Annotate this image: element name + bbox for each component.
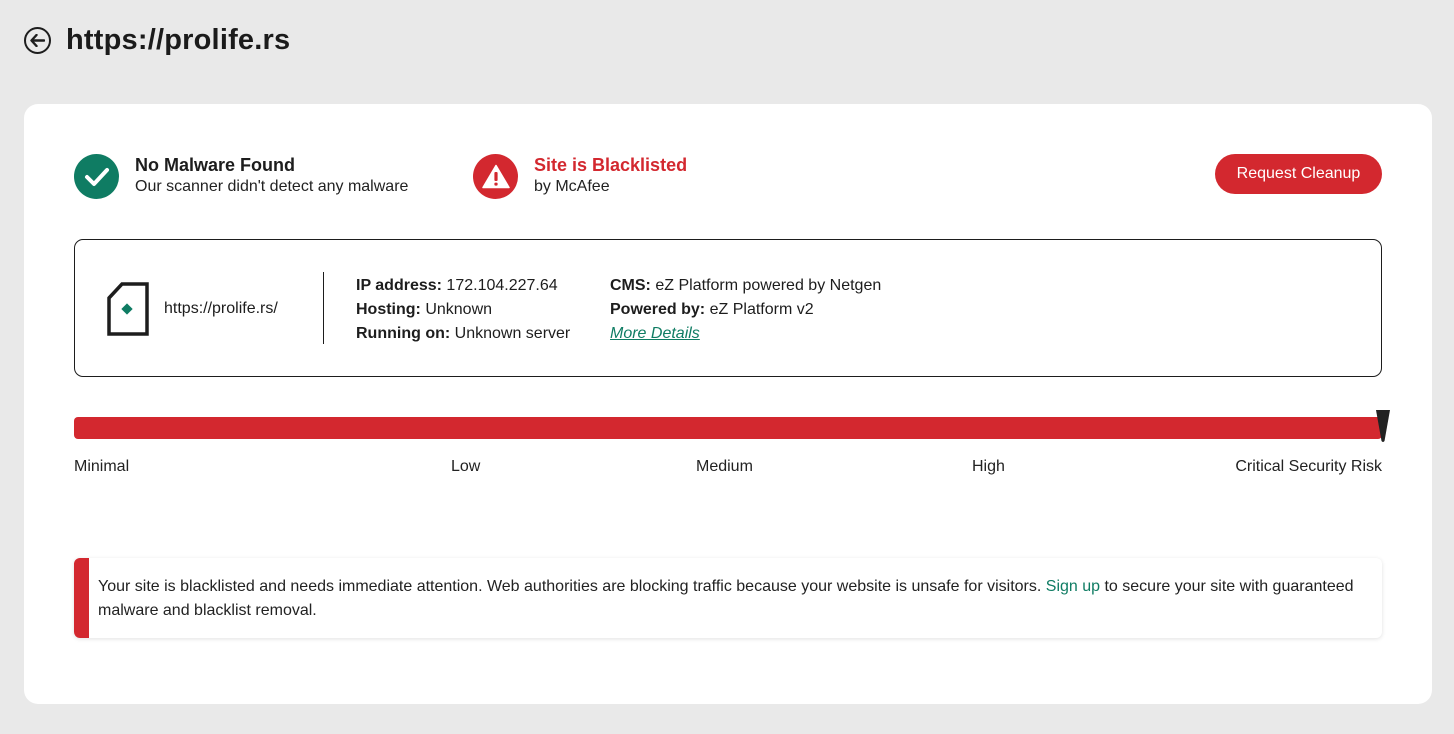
cms-row: CMS: eZ Platform powered by Netgen	[610, 274, 881, 298]
malware-status-subtitle: Our scanner didn't detect any malware	[135, 178, 409, 195]
powered-by-label: Powered by:	[610, 301, 706, 318]
alert-stripe	[74, 558, 89, 638]
alert-text-before: Your site is blacklisted and needs immed…	[98, 578, 1046, 595]
ip-address-label: IP address:	[356, 277, 442, 294]
checkmark-icon	[84, 167, 109, 186]
risk-label-minimal: Minimal	[74, 458, 130, 475]
cms-label: CMS:	[610, 277, 651, 294]
ip-address-row: IP address: 172.104.227.64	[356, 274, 570, 298]
risk-label-high: High	[972, 458, 1005, 475]
hosting-row: Hosting: Unknown	[356, 298, 570, 322]
site-icon	[107, 282, 149, 336]
malware-status-icon	[74, 154, 119, 199]
powered-by-row: Powered by: eZ Platform v2	[610, 298, 881, 322]
risk-label-medium: Medium	[696, 458, 753, 475]
blacklist-status-text: Site is Blacklisted by McAfee	[534, 154, 687, 198]
blacklist-status-subtitle: by McAfee	[534, 178, 610, 195]
risk-level-bar	[74, 417, 1382, 439]
blacklist-status-title: Site is Blacklisted	[534, 155, 688, 175]
server-info: IP address: 172.104.227.64 Hosting: Unkn…	[356, 274, 570, 346]
risk-label-low: Low	[451, 458, 481, 475]
malware-status-title: No Malware Found	[135, 155, 296, 175]
blacklist-status-icon	[473, 154, 518, 199]
malware-status-text: No Malware Found Our scanner didn't dete…	[135, 154, 408, 198]
running-on-label: Running on:	[356, 325, 451, 342]
info-divider	[323, 272, 324, 344]
cms-value: eZ Platform powered by Netgen	[655, 277, 882, 294]
site-url: https://prolife.rs/	[164, 300, 278, 317]
hosting-label: Hosting:	[356, 301, 421, 318]
warning-icon	[481, 164, 510, 189]
platform-info: CMS: eZ Platform powered by Netgen Power…	[610, 274, 881, 346]
scan-result-card: No Malware Found Our scanner didn't dete…	[24, 104, 1432, 704]
running-on-value: Unknown server	[454, 325, 571, 342]
powered-by-value: eZ Platform v2	[709, 301, 814, 318]
hosting-value: Unknown	[425, 301, 493, 318]
back-button[interactable]	[24, 26, 51, 54]
blacklist-status: Site is Blacklisted by McAfee	[473, 154, 687, 199]
alert-message: Your site is blacklisted and needs immed…	[98, 575, 1358, 623]
page-title: https://prolife.rs	[66, 23, 291, 56]
more-details-link[interactable]: More Details	[610, 325, 700, 342]
risk-marker-icon	[1376, 410, 1390, 442]
malware-status: No Malware Found Our scanner didn't dete…	[74, 154, 408, 199]
running-on-row: Running on: Unknown server	[356, 322, 570, 346]
arrow-left-icon	[30, 33, 45, 47]
top-bar: https://prolife.rs	[24, 22, 290, 58]
sign-up-link[interactable]: Sign up	[1046, 578, 1100, 595]
risk-label-critical: Critical Security Risk	[1235, 458, 1382, 475]
blacklist-alert: Your site is blacklisted and needs immed…	[74, 558, 1382, 638]
request-cleanup-button[interactable]: Request Cleanup	[1215, 154, 1382, 194]
ip-address-value: 172.104.227.64	[446, 277, 558, 294]
site-info-box: https://prolife.rs/ IP address: 172.104.…	[74, 239, 1382, 377]
more-details-row: More Details	[610, 322, 881, 346]
